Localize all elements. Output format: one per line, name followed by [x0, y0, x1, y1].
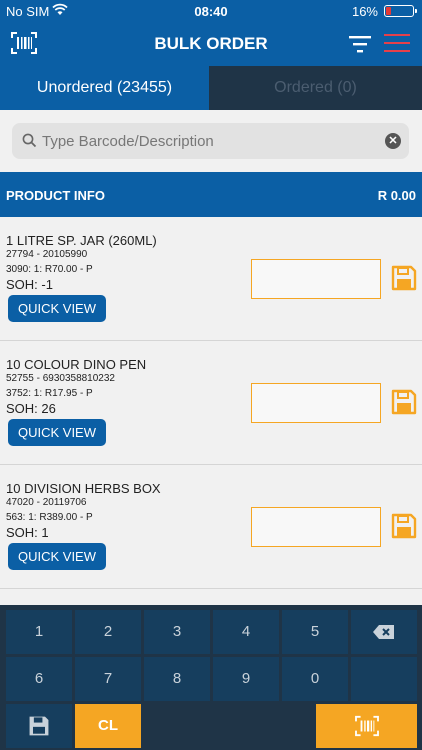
product-price: 3090: 1: R70.00 - P [6, 264, 93, 275]
list-item: 10 COLOUR DINO PEN 52755 - 6930358810232… [0, 341, 422, 465]
save-key[interactable] [6, 704, 72, 748]
product-code: 27794 - 20105990 [6, 249, 88, 260]
key-7[interactable]: 7 [75, 657, 141, 701]
numeric-keypad: 1 2 3 4 5 6 7 8 9 0 CL [0, 605, 422, 750]
save-icon[interactable] [390, 264, 418, 292]
key-2[interactable]: 2 [75, 610, 141, 654]
product-info-label: PRODUCT INFO [6, 188, 105, 203]
scan-key[interactable] [316, 704, 417, 748]
backspace-icon [373, 625, 394, 639]
key-4[interactable]: 4 [213, 610, 279, 654]
search-input[interactable] [42, 123, 382, 159]
search-icon [22, 133, 37, 153]
key-8[interactable]: 8 [144, 657, 210, 701]
save-icon[interactable] [390, 512, 418, 540]
product-price: 3752: 1: R17.95 - P [6, 388, 93, 399]
menu-icon[interactable] [384, 34, 410, 54]
clear-key[interactable]: CL [75, 704, 141, 748]
battery-percent: 16% [351, 4, 378, 19]
key-1[interactable]: 1 [6, 610, 72, 654]
search-area: ✕ [0, 110, 422, 172]
clear-search-icon[interactable]: ✕ [385, 133, 401, 149]
keypad-spacer [144, 704, 313, 748]
quick-view-button[interactable]: QUICK VIEW [8, 543, 106, 570]
save-icon [29, 716, 49, 736]
backspace-key[interactable] [351, 610, 417, 654]
status-bar: No SIM 08:40 16% [0, 0, 422, 22]
product-name: 10 COLOUR DINO PEN [6, 357, 147, 372]
tab-bar: Unordered (23455) Ordered (0) [0, 66, 422, 110]
key-3[interactable]: 3 [144, 610, 210, 654]
list-item: 1 LITRE SP. JAR (260ML) 27794 - 20105990… [0, 217, 422, 341]
quantity-input[interactable] [251, 383, 381, 423]
product-price: 563: 1: R389.00 - P [6, 512, 93, 523]
key-5[interactable]: 5 [282, 610, 348, 654]
list-item: 10 DIVISION HERBS BOX 47020 - 20119706 5… [0, 465, 422, 589]
key-empty [351, 657, 417, 701]
quantity-input[interactable] [251, 507, 381, 547]
product-soh: SOH: 1 [6, 525, 49, 540]
battery-icon [384, 5, 417, 17]
product-code: 52755 - 6930358810232 [6, 373, 115, 384]
product-code: 47020 - 20119706 [6, 497, 87, 508]
quantity-input[interactable] [251, 259, 381, 299]
quick-view-button[interactable]: QUICK VIEW [8, 419, 106, 446]
app-header: BULK ORDER [0, 22, 422, 66]
quick-view-button[interactable]: QUICK VIEW [8, 295, 106, 322]
product-name: 10 DIVISION HERBS BOX [6, 481, 161, 496]
product-soh: SOH: 26 [6, 401, 56, 416]
barcode-scan-icon [354, 715, 379, 737]
save-icon[interactable] [390, 388, 418, 416]
product-soh: SOH: -1 [6, 277, 53, 292]
tab-unordered[interactable]: Unordered (23455) [0, 66, 209, 110]
search-box: ✕ [12, 123, 409, 159]
product-list: 1 LITRE SP. JAR (260ML) 27794 - 20105990… [0, 217, 422, 605]
filter-icon[interactable] [348, 34, 372, 54]
order-total: R 0.00 [377, 188, 416, 203]
key-6[interactable]: 6 [6, 657, 72, 701]
product-info-bar: PRODUCT INFO R 0.00 [0, 172, 422, 217]
key-9[interactable]: 9 [213, 657, 279, 701]
tab-ordered[interactable]: Ordered (0) [209, 66, 422, 110]
product-name: 1 LITRE SP. JAR (260ML) [6, 233, 157, 248]
key-0[interactable]: 0 [282, 657, 348, 701]
